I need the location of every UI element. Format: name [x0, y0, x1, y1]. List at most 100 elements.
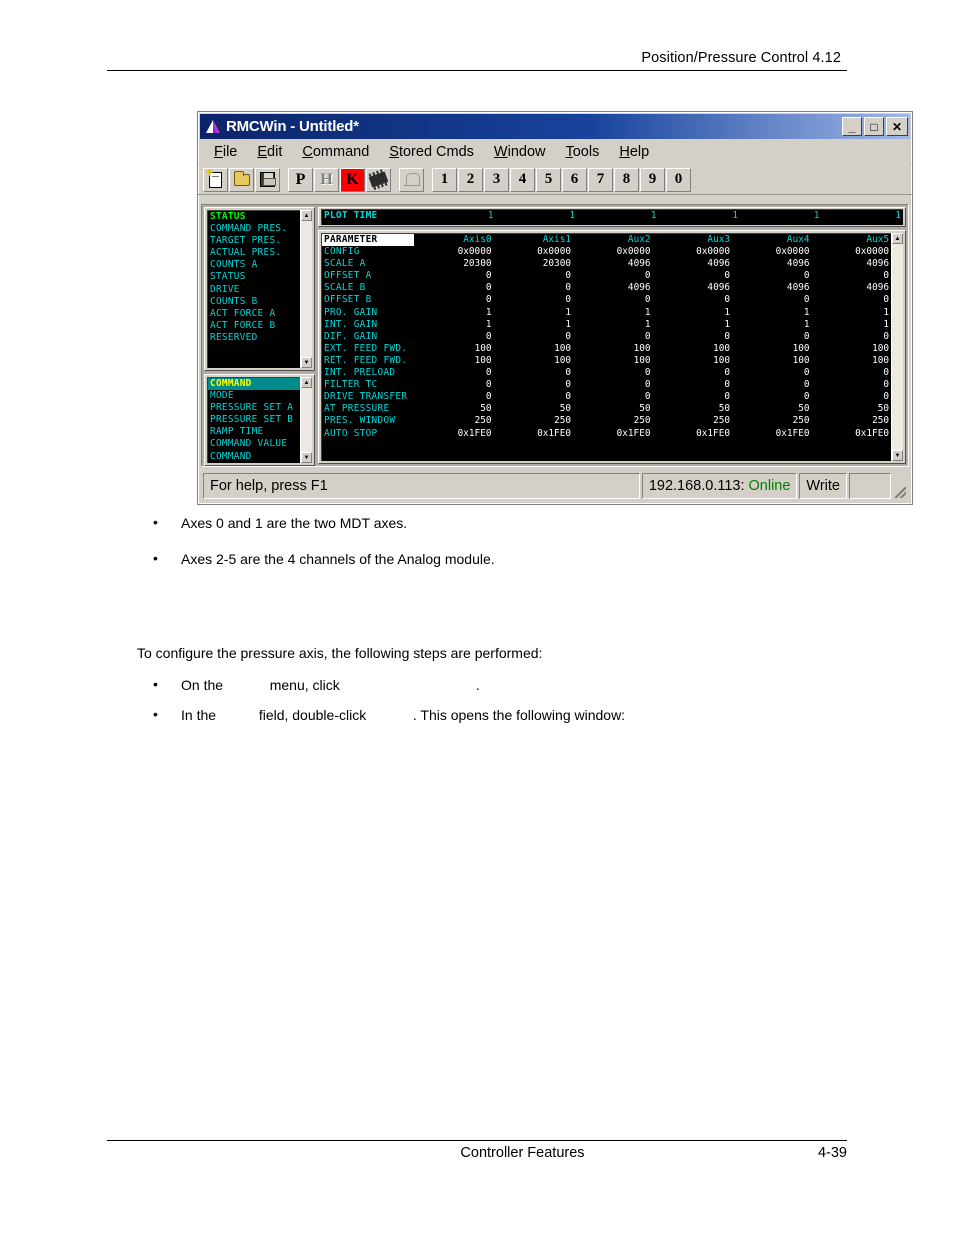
- close-button[interactable]: ✕: [886, 117, 908, 136]
- cell-value[interactable]: 0: [653, 379, 733, 391]
- maximize-button[interactable]: □: [864, 117, 884, 136]
- table-row[interactable]: COUNTS A00-32768-32768-32768-32768: [208, 259, 300, 271]
- table-row[interactable]: DRIVE TRANSFER 0 0 0 0 0 0: [322, 391, 891, 403]
- open-file-icon[interactable]: [229, 167, 254, 192]
- rmcwin-window[interactable]: RMCWin - Untitled* _ □ ✕ File Edit Comma…: [197, 111, 913, 505]
- cell-value[interactable]: 100: [812, 355, 892, 367]
- cell-value[interactable]: 0: [573, 331, 653, 343]
- plot-k-button[interactable]: K: [340, 167, 365, 192]
- cell-value[interactable]: 250: [494, 415, 574, 427]
- table-row[interactable]: PRESSURE SET B100010001000100010001000: [208, 414, 300, 426]
- preset-button-1[interactable]: 1: [432, 167, 457, 192]
- cell-value[interactable]: 20300: [494, 258, 574, 270]
- cell-value[interactable]: 1: [573, 307, 653, 319]
- cell-value[interactable]: 0: [812, 379, 892, 391]
- preset-button-4[interactable]: 4: [510, 167, 535, 192]
- menu-help[interactable]: Help: [609, 142, 659, 162]
- cell-value[interactable]: 0: [573, 270, 653, 282]
- cell-value[interactable]: 0: [732, 391, 812, 403]
- cell-value[interactable]: 250: [732, 415, 812, 427]
- cell-value[interactable]: 50: [653, 403, 733, 415]
- table-row[interactable]: DIF. GAIN 0 0 0 0 0 0: [322, 331, 891, 343]
- command-pane-scrollbar[interactable]: ▲ ▼: [300, 377, 312, 463]
- table-row[interactable]: COMMAND PRES.001111: [208, 223, 300, 235]
- cell-value[interactable]: 50: [812, 403, 892, 415]
- cell-value[interactable]: 0: [414, 331, 494, 343]
- cell-value[interactable]: 0: [494, 270, 574, 282]
- cell-value[interactable]: 0x1FE0: [812, 428, 892, 440]
- plot-time-pane[interactable]: PLOT TIME 1 1 1 1 1 1: [318, 207, 906, 227]
- table-row[interactable]: PRESSURE SET A100010001000100010001000: [208, 402, 300, 414]
- cell-value[interactable]: 0: [573, 294, 653, 306]
- cell-value[interactable]: 0: [812, 367, 892, 379]
- table-row[interactable]: RET. FEED FWD. 100 100 100 100 100 100: [322, 355, 891, 367]
- preset-button-8[interactable]: 8: [614, 167, 639, 192]
- cell-value[interactable]: 0: [494, 282, 574, 294]
- table-row[interactable]: COUNTS B000000: [208, 296, 300, 308]
- command-pane[interactable]: COMMANDAxis0Axis1Aux2Aux3Aux4Aux5MODE0x0…: [204, 374, 315, 466]
- table-row[interactable]: EXT. FEED FWD. 100 100 100 100 100 100: [322, 343, 891, 355]
- table-row[interactable]: MODE0x00000x00000x00000x00000x00000x0000: [208, 390, 300, 402]
- preset-button-9[interactable]: 9: [640, 167, 665, 192]
- cell-value[interactable]: 0: [653, 294, 733, 306]
- cell-value[interactable]: 4096: [653, 282, 733, 294]
- cell-value[interactable]: 50: [414, 403, 494, 415]
- cell-value[interactable]: 100: [414, 355, 494, 367]
- cell-value[interactable]: 100: [494, 343, 574, 355]
- cell-value[interactable]: 100: [653, 343, 733, 355]
- scroll-up-icon[interactable]: ▲: [301, 210, 312, 221]
- scroll-track[interactable]: [301, 388, 312, 452]
- scroll-down-icon[interactable]: ▼: [301, 451, 312, 463]
- cell-value[interactable]: 0: [414, 367, 494, 379]
- menu-window[interactable]: Window: [484, 142, 556, 162]
- menu-tools[interactable]: Tools: [555, 142, 609, 162]
- cell-value[interactable]: 0: [414, 379, 494, 391]
- cell-value[interactable]: 0: [732, 367, 812, 379]
- table-row[interactable]: PRO. GAIN 1 1 1 1 1 1: [322, 307, 891, 319]
- cell-value[interactable]: 0x1FE0: [494, 428, 574, 440]
- table-row[interactable]: RAMP TIME100010001000100010001000: [208, 426, 300, 438]
- cell-value[interactable]: 0: [414, 282, 494, 294]
- preset-button-2[interactable]: 2: [458, 167, 483, 192]
- cell-value[interactable]: 0x1FE0: [573, 428, 653, 440]
- cell-value[interactable]: 100: [573, 355, 653, 367]
- cell-value[interactable]: 100: [732, 355, 812, 367]
- preset-button-0[interactable]: 0: [666, 167, 691, 192]
- cell-value[interactable]: 0: [573, 379, 653, 391]
- table-row[interactable]: AUTO STOP 0x1FE0 0x1FE0 0x1FE0 0x1FE0 0x1FE0 0…: [322, 428, 891, 440]
- cell-value[interactable]: 0: [494, 391, 574, 403]
- minimize-button[interactable]: _: [842, 117, 862, 136]
- new-file-icon[interactable]: ✦: [203, 167, 228, 192]
- statusbar-connection[interactable]: 192.168.0.113: Online: [641, 473, 798, 499]
- cell-value[interactable]: 1: [812, 307, 892, 319]
- scroll-track[interactable]: [301, 221, 312, 357]
- table-row[interactable]: AT PRESSURE 50 50 50 50 50 50: [322, 403, 891, 415]
- status-pane[interactable]: STATUSAxis0Axis1Aux2Aux3Aux4Aux5COMMAND …: [204, 207, 315, 371]
- cell-value[interactable]: 0x0000: [812, 246, 892, 258]
- cell-value[interactable]: 0: [414, 391, 494, 403]
- cell-value[interactable]: 0: [653, 270, 733, 282]
- cell-value[interactable]: 1: [653, 307, 733, 319]
- table-row[interactable]: COMMAND VALUE001111: [208, 438, 300, 450]
- cell-value[interactable]: 0: [414, 294, 494, 306]
- cell-value[interactable]: 0x1FE0: [732, 428, 812, 440]
- cell-value[interactable]: 250: [573, 415, 653, 427]
- cell-value[interactable]: 4096: [573, 258, 653, 270]
- preset-button-3[interactable]: 3: [484, 167, 509, 192]
- cell-value[interactable]: 1: [732, 319, 812, 331]
- cell-value[interactable]: 0: [653, 391, 733, 403]
- table-row[interactable]: COMMAND: [208, 451, 300, 463]
- cell-value[interactable]: 1: [494, 319, 574, 331]
- cell-value[interactable]: 0x0000: [494, 246, 574, 258]
- scroll-track[interactable]: [892, 244, 903, 450]
- table-row[interactable]: ACTUAL PRES.001111: [208, 247, 300, 259]
- menu-file[interactable]: File: [204, 142, 247, 162]
- cell-value[interactable]: 0x1FE0: [653, 428, 733, 440]
- cell-value[interactable]: 1: [414, 319, 494, 331]
- cell-value[interactable]: 4096: [653, 258, 733, 270]
- menu-command[interactable]: Command: [292, 142, 379, 162]
- window-titlebar[interactable]: RMCWin - Untitled* _ □ ✕: [200, 114, 910, 139]
- cell-value[interactable]: 0: [653, 367, 733, 379]
- table-row[interactable]: FILTER TC 0 0 0 0 0 0: [322, 379, 891, 391]
- preset-button-7[interactable]: 7: [588, 167, 613, 192]
